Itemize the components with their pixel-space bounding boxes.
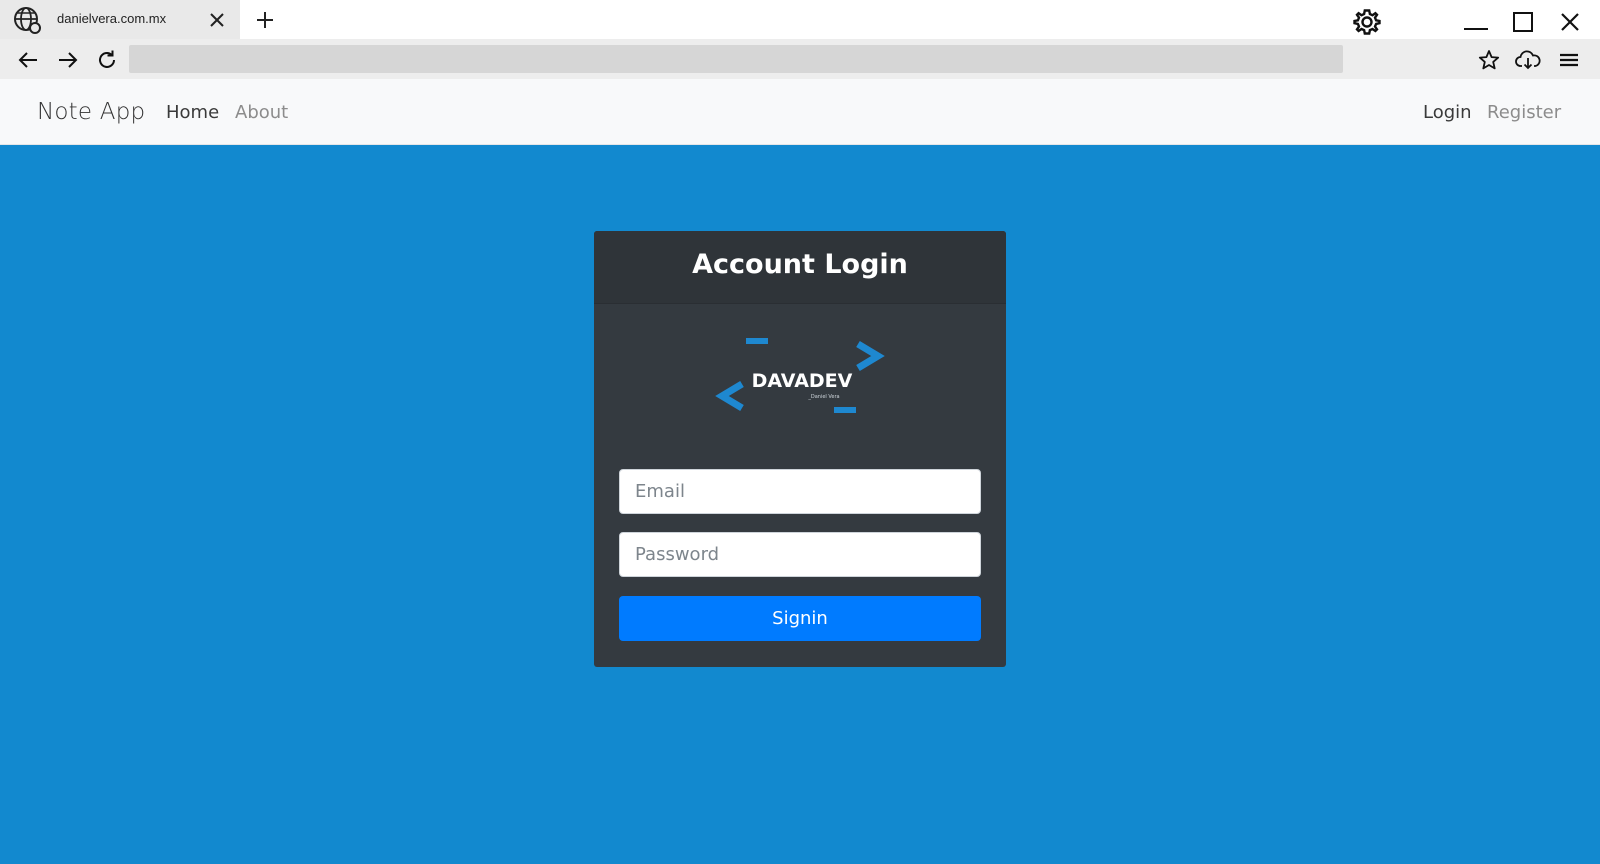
tab-title: danielvera.com.mx xyxy=(57,11,167,26)
back-button[interactable] xyxy=(15,47,41,73)
nav-link-login[interactable]: Login xyxy=(1423,102,1472,123)
reload-button[interactable] xyxy=(94,47,120,73)
gear-icon xyxy=(1353,9,1381,35)
hamburger-menu-icon xyxy=(1560,53,1578,67)
cloud-download-icon xyxy=(1515,50,1541,70)
minimize-button[interactable] xyxy=(1462,10,1490,34)
arrow-right-icon xyxy=(59,52,78,68)
bookmark-button[interactable] xyxy=(1475,46,1503,74)
star-icon xyxy=(1478,50,1500,70)
login-card-header: Account Login xyxy=(594,231,1006,304)
signin-button[interactable]: Signin xyxy=(619,596,981,641)
logo-bottom-dash xyxy=(834,407,856,413)
new-tab-button[interactable] xyxy=(253,8,277,32)
close-icon xyxy=(210,13,224,27)
maximize-icon xyxy=(1513,12,1533,32)
logo-subtext: _Daniel Vera xyxy=(807,394,839,400)
settings-button[interactable] xyxy=(1352,7,1382,37)
login-title: Account Login xyxy=(692,249,908,280)
password-field[interactable] xyxy=(619,532,981,577)
logo-left-chevron xyxy=(715,380,744,412)
maximize-button[interactable] xyxy=(1510,9,1536,35)
logo-right-chevron xyxy=(856,340,885,372)
minimize-icon xyxy=(1464,28,1488,30)
reload-icon xyxy=(99,50,115,68)
forward-button[interactable] xyxy=(55,47,81,73)
davadev-logo: DAVADEV _Daniel Vera xyxy=(715,338,885,413)
login-card: Account Login DAVADEV _Daniel Vera Signi… xyxy=(594,231,1006,667)
close-window-button[interactable] xyxy=(1557,9,1583,35)
close-tab-button[interactable] xyxy=(206,9,228,31)
arrow-left-icon xyxy=(18,52,37,68)
globe-icon xyxy=(12,5,42,35)
browser-menu-button[interactable] xyxy=(1555,46,1583,74)
plus-icon xyxy=(257,12,273,28)
nav-link-about[interactable]: About xyxy=(235,102,288,123)
close-icon xyxy=(1561,13,1579,31)
logo-text: DAVADEV xyxy=(752,370,853,392)
email-field[interactable] xyxy=(619,469,981,514)
downloads-button[interactable] xyxy=(1514,46,1542,74)
site-navbar: Note App Home About Login Register xyxy=(0,79,1600,145)
logo-top-dash xyxy=(746,338,768,344)
nav-link-register[interactable]: Register xyxy=(1487,102,1561,123)
brand-link[interactable]: Note App xyxy=(37,99,145,125)
nav-link-home[interactable]: Home xyxy=(166,102,219,123)
browser-tab[interactable]: danielvera.com.mx xyxy=(0,0,240,39)
browser-tab-bar: danielvera.com.mx xyxy=(0,0,1600,39)
address-bar[interactable] xyxy=(129,45,1343,73)
browser-toolbar xyxy=(0,39,1600,79)
